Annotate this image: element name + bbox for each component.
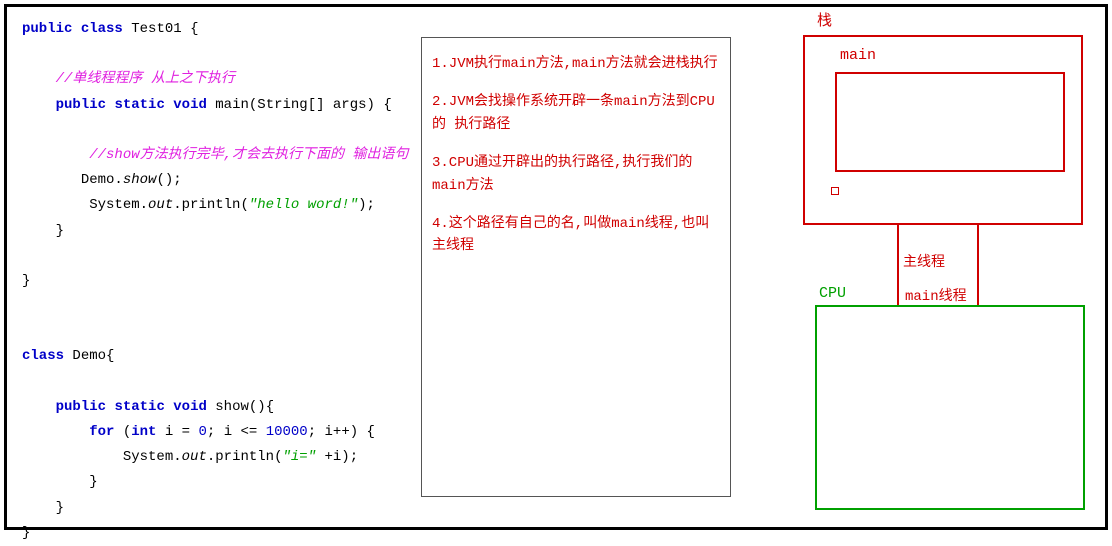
for-cond: ; i <= <box>207 424 266 440</box>
show-method: show <box>215 399 249 415</box>
brace-close: } <box>56 223 64 239</box>
wire-left <box>897 225 899 305</box>
kw-void: void <box>173 399 207 415</box>
hello-string: "hello word!" <box>249 197 358 213</box>
class-demo: Demo <box>72 348 106 364</box>
kw-class: class <box>81 21 123 37</box>
kw-for: for <box>89 424 114 440</box>
brace-close: } <box>22 525 30 541</box>
kw-static: static <box>114 97 164 113</box>
brace-close: } <box>56 500 64 516</box>
kw-void: void <box>173 97 207 113</box>
code-panel: public class Test01 { //单线程程序 从上之下执行 pub… <box>22 17 422 546</box>
main-label: main <box>840 47 876 64</box>
main-method: main <box>215 97 249 113</box>
system: System. <box>123 449 182 465</box>
outer-frame: public class Test01 { //单线程程序 从上之下执行 pub… <box>4 4 1108 530</box>
brace-close: } <box>22 273 30 289</box>
main-frame-box <box>835 72 1065 172</box>
comment-single-thread: //单线程程序 从上之下执行 <box>56 71 235 87</box>
num-10000: 10000 <box>266 424 308 440</box>
for-inc: ; i++) { <box>308 424 375 440</box>
stack-box: main <box>803 35 1083 225</box>
main-params: (String[] args) { <box>249 97 392 113</box>
cpu-label: CPU <box>819 285 846 302</box>
plus-i: +i); <box>316 449 358 465</box>
stack-label: 栈 <box>817 9 832 30</box>
wire-right <box>977 225 979 305</box>
demo-call: Demo. <box>81 172 123 188</box>
system: System. <box>89 197 148 213</box>
demo-show: show <box>123 172 157 188</box>
brace: { <box>106 348 114 364</box>
notes-panel: 1.JVM执行main方法,main方法就会进栈执行 2.JVM会找操作系统开辟… <box>421 37 731 497</box>
println: .println( <box>173 197 249 213</box>
class-name: Test01 <box>131 21 181 37</box>
out: out <box>148 197 173 213</box>
for-open: ( <box>114 424 131 440</box>
diagram-panel: 栈 main 主线程 CPU main线程 <box>787 7 1107 527</box>
kw-static: static <box>114 399 164 415</box>
num-zero: 0 <box>198 424 206 440</box>
code-block: public class Test01 { //单线程程序 从上之下执行 pub… <box>22 17 422 546</box>
for-init: i = <box>156 424 198 440</box>
comment-show: //show方法执行完毕,才会去执行下面的 输出语句 <box>89 147 408 163</box>
kw-int: int <box>131 424 156 440</box>
kw-public: public <box>22 21 72 37</box>
note-2: 2.JVM会找操作系统开辟一条main方法到CPU的 执行路径 <box>432 91 720 136</box>
i-string: "i=" <box>282 449 316 465</box>
note-1: 1.JVM执行main方法,main方法就会进栈执行 <box>432 53 720 75</box>
main-thread-label-en: main线程 <box>905 285 967 305</box>
note-3: 3.CPU通过开辟出的执行路径,执行我们的main方法 <box>432 152 720 197</box>
kw-public: public <box>56 97 106 113</box>
show-params: (){ <box>249 399 274 415</box>
brace: { <box>190 21 198 37</box>
brace-close: } <box>89 474 97 490</box>
demo-end: (); <box>156 172 181 188</box>
println: .println( <box>207 449 283 465</box>
out: out <box>182 449 207 465</box>
small-handle <box>831 187 839 195</box>
println-end: ); <box>358 197 375 213</box>
kw-public: public <box>56 399 106 415</box>
cpu-box <box>815 305 1085 510</box>
note-4: 4.这个路径有自己的名,叫做main线程,也叫主线程 <box>432 213 720 258</box>
main-thread-label-cn: 主线程 <box>903 251 945 271</box>
kw-class: class <box>22 348 64 364</box>
